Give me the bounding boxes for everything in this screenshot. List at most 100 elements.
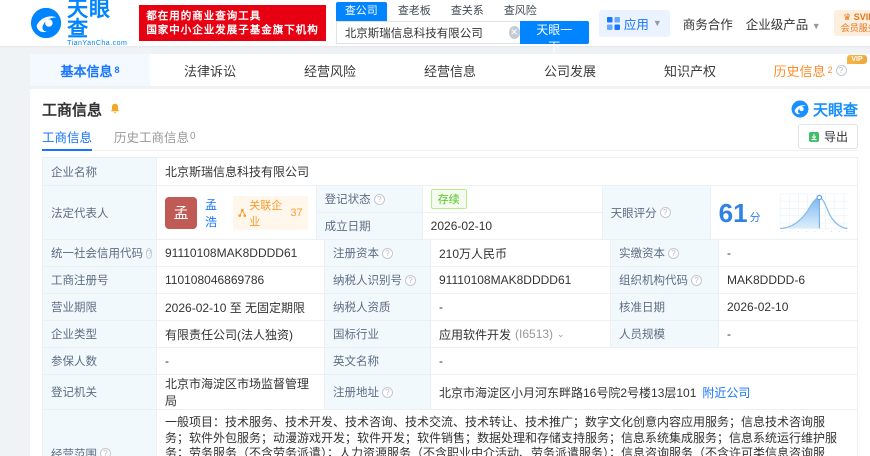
info-icon[interactable]: ? [835, 64, 847, 76]
nearby-companies-link[interactable]: 附近公司 [702, 384, 750, 401]
tab-basic-info[interactable]: 基本信息 8 [30, 54, 150, 86]
search-tab-relation[interactable]: 查关系 [442, 2, 493, 21]
legal-rep-avatar[interactable]: 孟 [165, 196, 197, 229]
enterprise-products-label: 企业级产品 [745, 17, 809, 32]
chevron-down-icon: ▼ [811, 20, 821, 31]
tianyancha-logo[interactable]: 天眼查 TianYanCha.com [30, 0, 129, 47]
tab-label: 法律诉讼 [183, 63, 236, 79]
english-name-value: - [431, 348, 858, 375]
table-row: 企业名称 北京斯瑞信息科技有限公司 [43, 158, 858, 186]
tab-operational-risk[interactable]: 经营风险 [270, 54, 390, 86]
table-row: 参保人数 - 英文名称 - [43, 348, 858, 375]
insured-count-label: 参保人数 [43, 348, 157, 375]
monitor-bell-icon[interactable] [108, 102, 122, 116]
score-distribution-chart [779, 193, 848, 232]
apps-menu[interactable]: 应用 ▼ [598, 9, 670, 37]
info-icon[interactable]: ? [146, 247, 153, 259]
tab-intellectual-property[interactable]: 知识产权 [630, 54, 750, 86]
industry-code: (I6513) [515, 327, 554, 341]
tab-business-info[interactable]: 经营信息 [390, 54, 510, 86]
info-icon[interactable]: ? [691, 274, 702, 286]
export-button[interactable]: 导出 [797, 124, 858, 149]
subtab-history-registration[interactable]: 历史工商信息 0 [114, 123, 196, 150]
staff-size-label: 人员规模 [611, 321, 719, 348]
taxpayer-qual-value: - [431, 294, 611, 321]
tab-legal-proceedings[interactable]: 法律诉讼 [150, 54, 270, 86]
logo-icon [30, 7, 62, 39]
english-name-label: 英文名称 [325, 348, 431, 375]
search-button[interactable]: 天眼一下 [519, 21, 589, 54]
tab-label: 公司发展 [543, 63, 596, 79]
info-icon[interactable]: ? [382, 247, 393, 259]
export-icon [808, 131, 819, 142]
svip-line1: ♛ SVIP [843, 12, 870, 22]
reg-status-value: 存续 [422, 186, 603, 213]
reg-number-label: 工商注册号 [43, 267, 157, 294]
industry-value: 应用软件开发 (I6513) ⌄ [431, 321, 611, 348]
info-icon[interactable]: ? [373, 193, 385, 205]
export-label: 导出 [823, 130, 848, 144]
search-area: 查公司 查老板 查关系 查风险 ✕ 天眼一下 [335, 2, 589, 54]
info-icon[interactable]: ? [405, 274, 416, 286]
tab-company-development[interactable]: 公司发展 [510, 54, 630, 86]
score-cell: 61 分 [710, 186, 858, 240]
tab-label: 经营信息 [423, 63, 476, 79]
tab-count: 8 [114, 65, 120, 75]
establish-date-value: 2026-02-10 [422, 213, 603, 240]
enterprise-products-menu[interactable]: 企业级产品 ▼ [746, 14, 821, 33]
watermark-logo: 天眼查 [791, 99, 858, 120]
status-badge: 存续 [430, 189, 467, 209]
industry-name: 应用软件开发 [439, 327, 512, 342]
reg-status-label: 登记状态? [316, 186, 423, 213]
top-right-nav: 应用 ▼ 商务合作 企业级产品 ▼ ♛ SVIP 会员服务 此处有… ▼ [598, 9, 870, 37]
brand-slogan: 都在用的商业查询工具 国家中小企业发展子基金旗下机构 [139, 5, 326, 41]
legal-rep-link[interactable]: 孟浩 [205, 196, 227, 230]
score-label: 天眼评分? [602, 186, 711, 240]
search-tab-boss[interactable]: 查老板 [389, 2, 440, 21]
info-icon[interactable]: ? [668, 247, 679, 259]
logo-icon [791, 100, 809, 118]
status-date-column: 登记状态? 存续 成立日期 2026-02-10 [316, 186, 603, 240]
industry-expand-icon[interactable]: ⌄ [557, 329, 565, 340]
business-cooperation-link[interactable]: 商务合作 [683, 14, 733, 33]
table-row: 统一社会信用代码? 91110108MAK8DDDD61 注册资本? 210万人… [43, 240, 858, 267]
subtab-count: 0 [190, 131, 196, 142]
search-tab-company[interactable]: 查公司 [335, 2, 387, 21]
chevron-down-icon: ▼ [652, 18, 662, 28]
paid-capital-value: - [719, 240, 858, 267]
industry-label: 国标行业 [325, 321, 431, 348]
reg-capital-label: 注册资本? [325, 240, 431, 267]
tab-label: 经营风险 [303, 63, 356, 79]
insured-count-value: - [157, 348, 325, 375]
related-companies-badge[interactable]: 关联企业 37 [232, 195, 308, 230]
clear-search-icon[interactable]: ✕ [508, 26, 520, 39]
legal-rep-label: 法定代表人 [43, 186, 157, 240]
credit-code-label: 统一社会信用代码? [43, 240, 157, 267]
registry-authority-value: 北京市海淀区市场监督管理局 [157, 375, 325, 410]
business-registration-card: 工商信息 天眼查 工商信息 历史工商信息 0 导出 企业名称 北京斯瑞信息科技有… [30, 89, 870, 456]
subtab-current-registration[interactable]: 工商信息 [42, 123, 93, 151]
org-code-value: MAK8DDDD-6 [719, 267, 858, 294]
related-count: 37 [290, 206, 303, 219]
slogan-line2: 国家中小企业发展子基金旗下机构 [146, 24, 319, 36]
company-name-label: 企业名称 [43, 158, 157, 186]
company-section-tabs: 基本信息 8 法律诉讼 经营风险 经营信息 公司发展 知识产权 VIP 历史信息… [30, 54, 870, 87]
search-input[interactable] [335, 21, 527, 44]
section-title: 工商信息 [42, 101, 103, 119]
logo-subtitle: TianYanCha.com [67, 39, 128, 47]
apps-grid-icon [606, 16, 620, 30]
svip-member-badge[interactable]: ♛ SVIP 会员服务 [833, 10, 870, 36]
slogan-line1: 都在用的商业查询工具 [146, 10, 262, 22]
search-tab-risk[interactable]: 查风险 [495, 2, 546, 21]
tab-history-info[interactable]: VIP 历史信息 2 ? [750, 54, 870, 86]
reg-address-label: 注册地址? [325, 375, 431, 410]
table-row: 法定代表人 孟 孟浩 关联企业 37 登记状态? 存续 成立日期 2026-02… [43, 186, 858, 240]
company-type-value: 有限责任公司(法人独资) [157, 321, 325, 348]
business-term-label: 营业期限 [43, 294, 157, 321]
score-value: 61 [718, 197, 748, 228]
info-icon[interactable]: ? [382, 386, 393, 398]
info-icon[interactable]: ? [659, 207, 671, 218]
company-name-value: 北京斯瑞信息科技有限公司 [157, 158, 858, 186]
info-icon[interactable]: ? [100, 448, 111, 456]
business-scope-value: 一般项目：技术服务、技术开发、技术咨询、技术交流、技术转让、技术推广；数字文化创… [157, 410, 858, 456]
